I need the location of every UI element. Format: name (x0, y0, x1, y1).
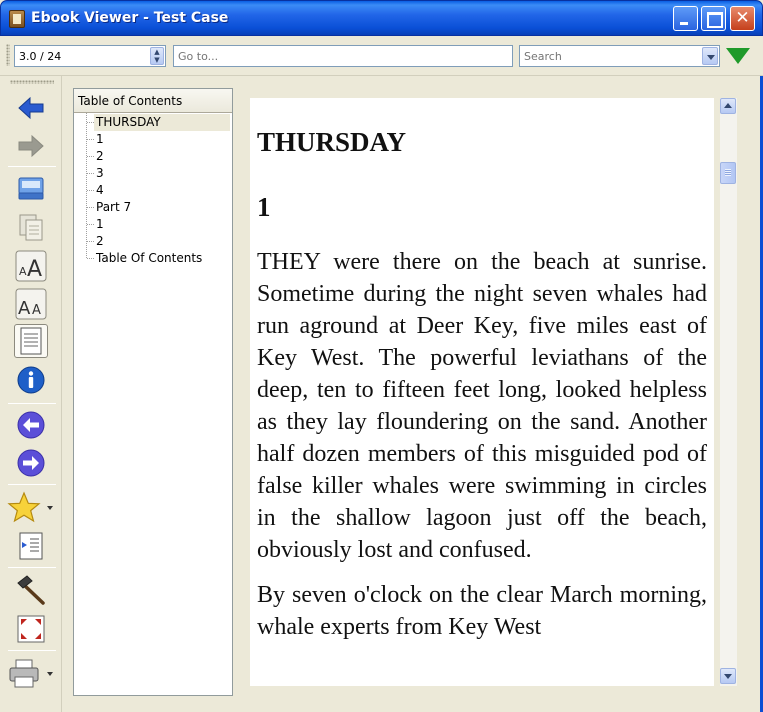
next-circle-icon (17, 449, 45, 477)
metadata-button[interactable] (14, 363, 48, 397)
document-lines-icon (20, 327, 42, 355)
tree-connector (87, 173, 94, 174)
window-title: Ebook Viewer - Test Case (31, 10, 229, 26)
reference-mode-button[interactable] (14, 529, 48, 563)
separator (8, 403, 56, 404)
forward-button[interactable] (14, 129, 48, 163)
previous-page-button[interactable] (14, 408, 48, 442)
tree-connector (87, 190, 94, 191)
next-page-button[interactable] (14, 446, 48, 480)
tree-connector (87, 224, 94, 225)
scroll-up-icon[interactable] (720, 98, 736, 114)
position-spinbox[interactable]: ▲▼ (14, 45, 166, 67)
close-icon: ✕ (735, 8, 750, 28)
separator (8, 650, 56, 651)
copy-icon (19, 214, 43, 241)
svg-text:A: A (32, 303, 41, 318)
font-size-larger-button[interactable]: A A (14, 249, 48, 283)
paragraph: THEY were there on the beach at sunrise.… (257, 249, 707, 563)
scroll-thumb[interactable] (720, 162, 736, 184)
font-size-smaller-button[interactable]: A A (14, 287, 48, 321)
scroll-down-icon[interactable] (720, 668, 736, 684)
font-larger-icon: A A (15, 250, 47, 282)
preferences-button[interactable] (14, 573, 48, 607)
toc-item-thursday[interactable]: THURSDAY (94, 114, 230, 131)
info-icon (17, 366, 45, 394)
book-page[interactable]: THURSDAY 1 THEY were there on the beach … (250, 98, 714, 686)
toc-header: Table of Contents (74, 89, 232, 113)
search-input[interactable] (520, 46, 702, 66)
separator (8, 484, 56, 485)
maximize-button[interactable] (701, 6, 726, 31)
toolbar-grip[interactable] (6, 44, 10, 66)
tree-connector (87, 139, 94, 140)
separator (8, 567, 56, 568)
find-next-icon[interactable] (726, 46, 750, 66)
fullscreen-icon (17, 615, 45, 643)
printer-icon (9, 659, 39, 688)
search-dropdown-arrow-icon[interactable] (702, 47, 718, 65)
chapter-heading: THURSDAY (257, 127, 407, 157)
goto-input[interactable] (174, 46, 512, 66)
bookmarks-dropdown-arrow-icon[interactable] (47, 506, 53, 510)
svg-text:A: A (19, 265, 27, 278)
tree-connector (87, 156, 94, 157)
fullscreen-button[interactable] (14, 612, 48, 646)
tree-connector (87, 258, 94, 259)
tree-connector (87, 241, 94, 242)
spin-arrows-icon[interactable]: ▲ ▼ (150, 47, 164, 65)
back-button[interactable] (14, 91, 48, 125)
section-heading: 1 (257, 192, 271, 222)
position-input[interactable] (15, 46, 149, 66)
toc-panel: Table of Contents THURSDAY 1 2 3 4 Part … (73, 88, 233, 696)
star-icon (7, 491, 41, 523)
svg-text:A: A (18, 298, 31, 319)
minimize-button[interactable] (673, 6, 698, 31)
font-smaller-icon: A A (15, 288, 47, 320)
toc-item-1[interactable]: 1 (96, 131, 104, 148)
bookmarks-button[interactable] (7, 491, 41, 525)
document-indent-icon (19, 532, 43, 560)
toc-item-table-of-contents[interactable]: Table Of Contents (96, 250, 202, 267)
left-toolbar-grip[interactable] (10, 80, 54, 84)
paragraph: By seven o'clock on the clear March morn… (257, 582, 707, 640)
print-dropdown-arrow-icon[interactable] (47, 672, 53, 676)
toc-item-2[interactable]: 2 (96, 148, 104, 165)
book-view: THURSDAY 1 THEY were there on the beach … (240, 88, 740, 696)
separator (8, 166, 56, 167)
print-button[interactable] (7, 656, 41, 690)
toc-item-part7-1[interactable]: 1 (96, 216, 104, 233)
back-arrow-icon (18, 96, 44, 120)
vertical-scrollbar[interactable] (720, 98, 737, 686)
toc-item-4[interactable]: 4 (96, 182, 104, 199)
print-preview-button[interactable] (14, 171, 48, 205)
forward-arrow-icon (18, 134, 44, 158)
tree-connector (87, 122, 94, 123)
goto-field[interactable] (173, 45, 513, 67)
search-combo[interactable] (519, 45, 720, 67)
tree-connector (87, 207, 94, 208)
toc-toggle-button[interactable] (14, 324, 48, 358)
toc-item-part-7[interactable]: Part 7 (96, 199, 131, 216)
close-button[interactable]: ✕ (730, 6, 755, 31)
hammer-icon (17, 575, 45, 605)
toc-item-part7-2[interactable]: 2 (96, 233, 104, 250)
copy-button[interactable] (14, 210, 48, 244)
previous-circle-icon (17, 411, 45, 439)
toc-item-3[interactable]: 3 (96, 165, 104, 182)
scanner-icon (18, 177, 44, 200)
tree-connector (86, 113, 87, 258)
book-app-icon (9, 10, 25, 28)
svg-text:A: A (27, 257, 42, 282)
title-bar[interactable]: Ebook Viewer - Test Case ✕ (0, 0, 763, 36)
